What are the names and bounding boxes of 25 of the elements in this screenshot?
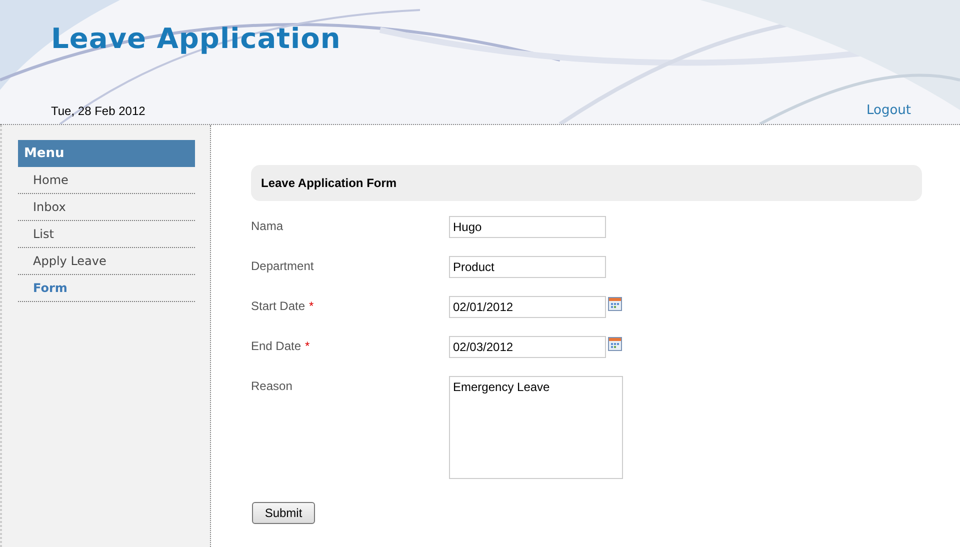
date-field[interactable]: 02/01/2012 [449, 296, 606, 318]
page-title: Leave Application [51, 21, 341, 57]
menu-item[interactable]: Apply Leave [33, 252, 106, 270]
reason-textarea[interactable]: Emergency Leave [449, 376, 623, 479]
field-label: Start Date [251, 299, 306, 313]
logout-link[interactable]: Logout [866, 100, 911, 120]
date-field[interactable]: 02/03/2012 [449, 336, 606, 358]
current-date: Tue, 28 Feb 2012 [51, 103, 146, 120]
calendar-icon[interactable] [608, 337, 622, 351]
form-header: Leave Application Form [251, 165, 922, 201]
submit-button[interactable]: Submit [252, 502, 315, 524]
menu-item[interactable]: Inbox [33, 198, 66, 216]
menu-item[interactable]: Form [33, 279, 68, 297]
field-label: Reason [251, 379, 292, 393]
menu-title: Menu [18, 140, 195, 167]
text-field[interactable]: Hugo [449, 216, 606, 238]
menu-item[interactable]: List [33, 225, 54, 243]
field-label: Department [251, 259, 314, 273]
required-mark: * [309, 299, 314, 313]
field-label: Nama [251, 219, 284, 233]
field-label: End Date [251, 339, 302, 353]
text-field[interactable]: Product [449, 256, 606, 278]
required-mark: * [305, 339, 310, 353]
menu-item[interactable]: Home [33, 171, 68, 189]
calendar-icon[interactable] [608, 297, 622, 311]
